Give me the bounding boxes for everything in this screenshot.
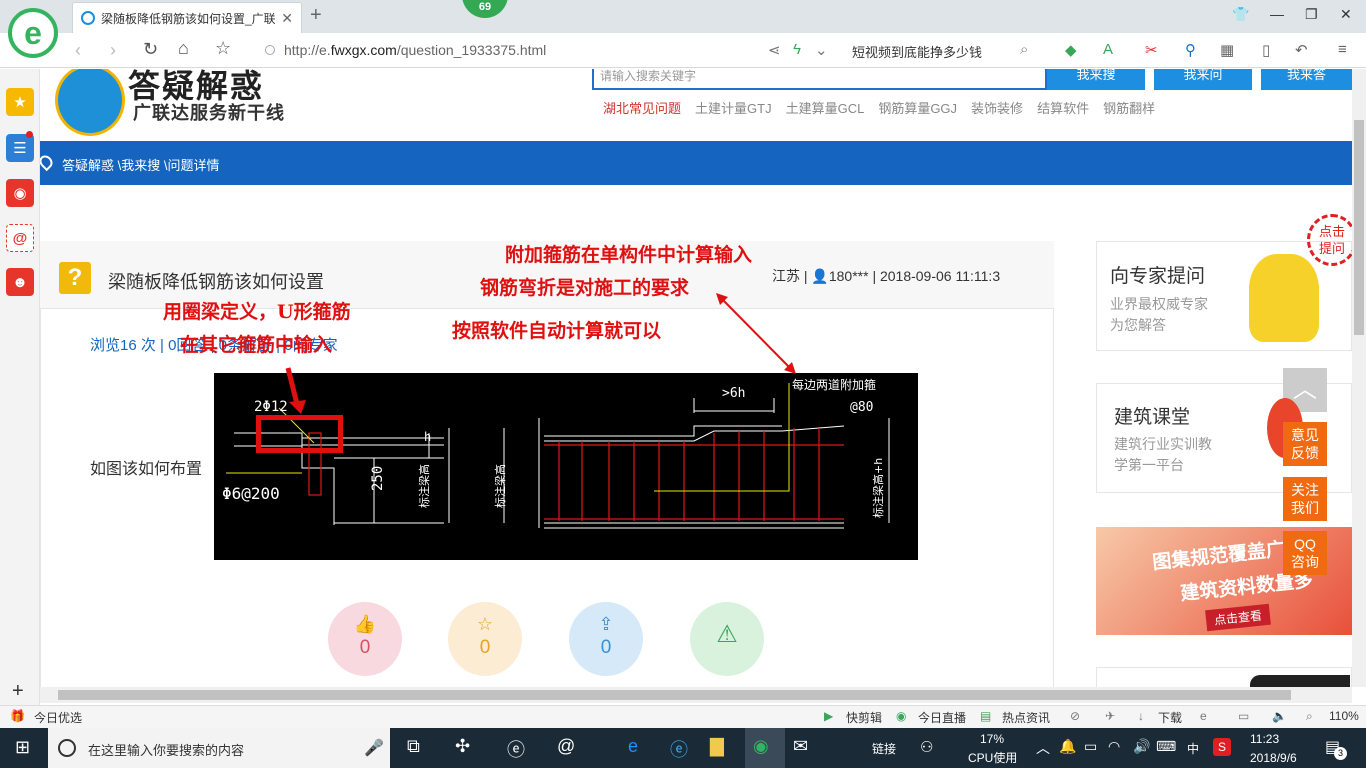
- live-icon: ◉: [896, 709, 907, 723]
- people-icon[interactable]: ⚇: [920, 738, 933, 756]
- speed-icon[interactable]: ⊘: [1070, 709, 1080, 723]
- taskbar-search[interactable]: 在这里输入你要搜索的内容: [48, 728, 390, 768]
- status-item[interactable]: 今日直播: [918, 709, 966, 726]
- gift-icon: 🎁: [10, 709, 25, 723]
- swirl-app-icon[interactable]: @: [557, 736, 575, 757]
- clock-date[interactable]: 2018/9/6: [1250, 751, 1297, 765]
- file-explorer-icon[interactable]: ▇: [710, 736, 724, 757]
- ie-icon[interactable]: e: [1200, 709, 1207, 723]
- battery-icon[interactable]: ▭: [1084, 738, 1097, 755]
- microphone-icon[interactable]: 🎤: [364, 738, 384, 758]
- news-icon: ▤: [980, 709, 992, 723]
- wifi-icon[interactable]: ◠: [1108, 738, 1120, 755]
- zoom-level[interactable]: 110%: [1329, 709, 1359, 723]
- zoom-icon: ⌕: [1306, 709, 1313, 723]
- annotation-arrow: [721, 298, 791, 369]
- notification-count: 3: [1334, 747, 1347, 760]
- speaker-icon[interactable]: 🔊: [1133, 738, 1150, 755]
- status-item[interactable]: 下载: [1158, 709, 1182, 726]
- window-icon[interactable]: ▭: [1238, 709, 1249, 723]
- vertical-scroll-thumb[interactable]: [1354, 120, 1364, 335]
- volume-icon[interactable]: 🔈: [1272, 709, 1287, 723]
- windows-start-icon[interactable]: ⊞: [15, 737, 30, 758]
- tray-chevron-icon[interactable]: ︿: [1036, 738, 1050, 758]
- bell-icon[interactable]: 🔔: [1059, 738, 1076, 755]
- clock-time[interactable]: 11:23: [1250, 732, 1279, 746]
- status-item[interactable]: 热点资讯: [1002, 709, 1050, 726]
- annotation-arrowhead: [289, 400, 306, 414]
- mail-app-icon[interactable]: ✉: [793, 736, 808, 757]
- cpu-percent: 17%: [980, 732, 1005, 746]
- status-item[interactable]: 快剪辑: [846, 709, 882, 726]
- browser-logo-icon[interactable]: e: [8, 8, 58, 58]
- ie-icon[interactable]: ⓔ: [670, 736, 688, 762]
- keyboard-icon[interactable]: ⌨: [1156, 738, 1176, 755]
- pin-icon[interactable]: ✈: [1105, 709, 1115, 723]
- cortana-icon[interactable]: [58, 739, 76, 757]
- cpu-label: CPU使用: [968, 751, 1018, 765]
- task-view-icon[interactable]: ⧉: [407, 736, 420, 757]
- ime-indicator[interactable]: 中: [1187, 740, 1199, 757]
- edge-icon[interactable]: e: [628, 736, 638, 757]
- link-label[interactable]: 链接: [872, 740, 896, 757]
- horizontal-scroll-thumb[interactable]: [58, 690, 1291, 700]
- annotation-arrows: [285, 293, 796, 414]
- browser-app-icon[interactable]: ◉: [753, 736, 769, 757]
- browser-e-icon[interactable]: ⓔ: [507, 736, 525, 762]
- status-left-label[interactable]: 今日优选: [34, 709, 82, 726]
- video-edit-icon: ▶: [824, 709, 834, 723]
- download-icon: ↓: [1138, 709, 1144, 723]
- fan-app-icon[interactable]: ✣: [455, 736, 470, 757]
- sogou-icon[interactable]: S: [1213, 738, 1231, 756]
